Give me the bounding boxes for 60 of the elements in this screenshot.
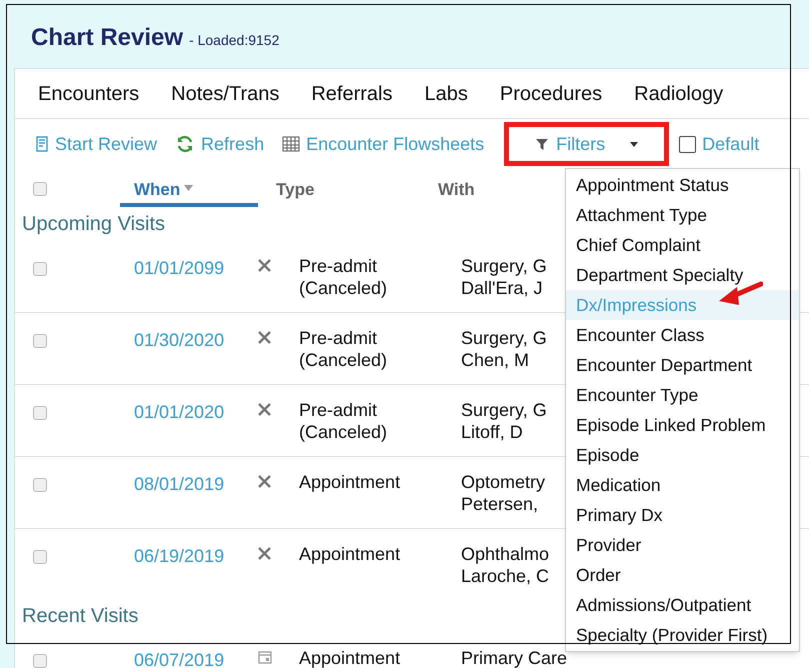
- section-heading: Upcoming Visits: [22, 212, 166, 237]
- checkbox[interactable]: [33, 182, 47, 196]
- menu-item[interactable]: Encounter Class: [566, 320, 799, 350]
- tab[interactable]: Notes/Trans: [171, 78, 280, 108]
- menu-item[interactable]: Provider: [566, 530, 799, 560]
- tab[interactable]: Procedures: [500, 78, 602, 108]
- sort-arrow-icon: [184, 185, 194, 191]
- checkbox[interactable]: [33, 550, 47, 564]
- visit-provider: Optometry Petersen,: [461, 471, 546, 515]
- menu-item[interactable]: Department Specialty: [566, 260, 799, 290]
- column-header[interactable]: When: [120, 177, 258, 207]
- visit-type: Pre-admit (Canceled): [299, 255, 388, 299]
- checkbox[interactable]: [33, 334, 47, 348]
- visit-type: Appointment: [299, 647, 402, 668]
- caret-icon: [630, 142, 638, 146]
- menu-item[interactable]: Episode Linked Problem: [566, 410, 799, 440]
- grid-icon: [282, 136, 300, 152]
- close-icon: [258, 403, 271, 416]
- menu-item[interactable]: Appointment Status: [566, 170, 799, 200]
- menu-item[interactable]: Specialty (Provider First): [566, 620, 799, 650]
- close-icon: [258, 475, 271, 488]
- checkbox[interactable]: [679, 136, 696, 152]
- menu-item[interactable]: Episode: [566, 440, 799, 470]
- menu-item[interactable]: Medication: [566, 470, 799, 500]
- menu-item[interactable]: Admissions/Outpatient: [566, 590, 799, 620]
- default-label: Default: [702, 132, 760, 156]
- close-icon: [258, 547, 271, 560]
- tab[interactable]: Radiology: [634, 78, 724, 108]
- visit-provider: Primary Care: [461, 647, 568, 668]
- tab[interactable]: Referrals: [311, 78, 392, 108]
- filter-icon: [535, 137, 550, 151]
- menu-item[interactable]: Attachment Type: [566, 200, 799, 230]
- visit-provider: Surgery, G Litoff, D: [461, 399, 547, 443]
- checkbox[interactable]: [33, 262, 47, 276]
- column-header[interactable]: Type: [276, 177, 438, 207]
- visit-provider: Surgery, G Dall'Era, J: [461, 255, 547, 299]
- close-icon: [258, 331, 271, 344]
- visit-type: Appointment: [299, 543, 402, 565]
- tab[interactable]: Labs: [424, 78, 468, 108]
- visit-type: Pre-admit (Canceled): [299, 327, 388, 371]
- tab[interactable]: Encounters: [38, 78, 140, 108]
- visit-provider: Ophthalmo Laroche, C: [461, 543, 550, 587]
- calendar-icon: [258, 651, 272, 664]
- menu-item[interactable]: Encounter Department: [566, 350, 799, 380]
- checkbox[interactable]: [33, 654, 47, 668]
- column-header[interactable]: With: [438, 177, 528, 207]
- checkbox[interactable]: [33, 406, 47, 420]
- section-heading: Recent Visits: [22, 604, 138, 629]
- visit-type: Pre-admit (Canceled): [299, 399, 388, 443]
- menu-item[interactable]: Chief Complaint: [566, 230, 799, 260]
- checkbox[interactable]: [33, 478, 47, 492]
- menu-item[interactable]: Order: [566, 560, 799, 590]
- visit-type: Appointment: [299, 471, 402, 493]
- menu-item[interactable]: Encounter Type: [566, 380, 799, 410]
- visit-provider: Surgery, G Chen, M: [461, 327, 547, 371]
- document-icon: [35, 136, 49, 152]
- close-icon: [258, 259, 271, 272]
- loaded-count: - Loaded:9152: [189, 31, 280, 50]
- menu-item[interactable]: Primary Dx: [566, 500, 799, 530]
- page-title: Chart Review: [31, 23, 184, 53]
